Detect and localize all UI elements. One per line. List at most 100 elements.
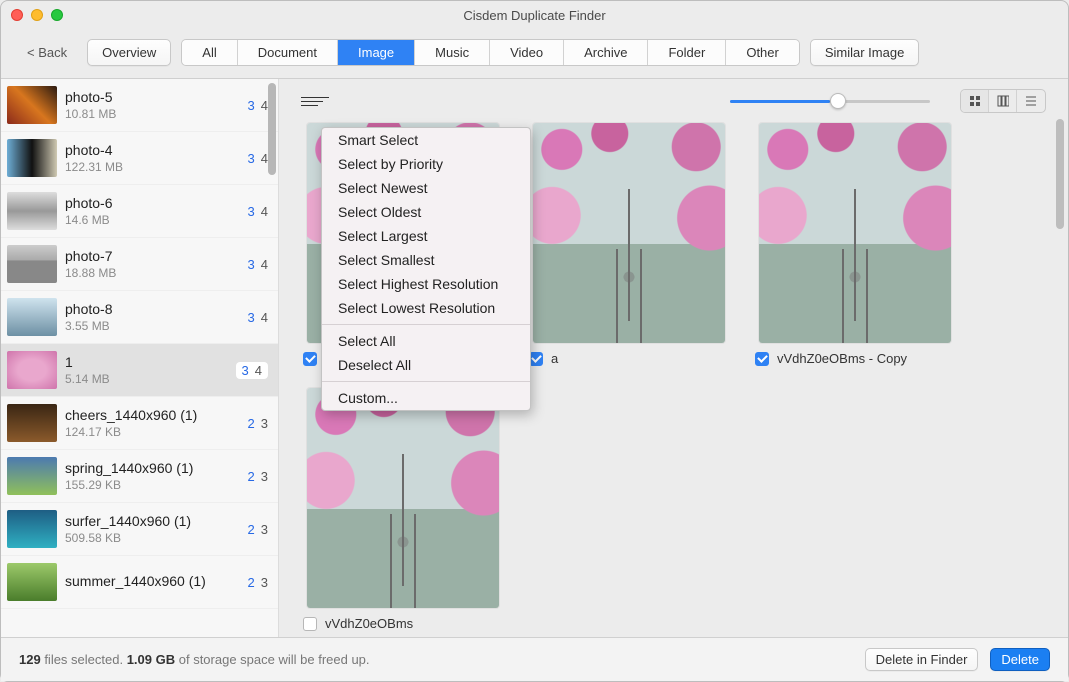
count-badge: 34 [248, 151, 268, 166]
tab-folder[interactable]: Folder [648, 40, 726, 65]
menu-item-deselect-all[interactable]: Deselect All [322, 353, 530, 377]
count-badge: 34 [236, 362, 268, 379]
delete-button[interactable]: Delete [990, 648, 1050, 671]
file-name: summer_1440x960 (1) [65, 573, 248, 589]
status-bar: 129 files selected. 1.09 GB of storage s… [1, 637, 1068, 681]
file-size: 10.81 MB [65, 107, 248, 121]
thumbnail [7, 510, 57, 548]
back-button[interactable]: < Back [17, 41, 77, 64]
slider-thumb[interactable] [830, 93, 846, 109]
content-toolbar [279, 79, 1068, 113]
overview-button[interactable]: Overview [87, 39, 171, 66]
tab-archive[interactable]: Archive [564, 40, 648, 65]
toolbar: < Back Overview All Document Image Music… [1, 29, 1068, 79]
menu-item-select-smallest[interactable]: Select Smallest [322, 248, 530, 272]
file-name: cheers_1440x960 (1) [65, 407, 248, 423]
tab-document[interactable]: Document [238, 40, 338, 65]
file-size: 18.88 MB [65, 266, 248, 280]
file-name: spring_1440x960 (1) [65, 460, 248, 476]
list-item[interactable]: spring_1440x960 (1) 155.29 KB 23 [1, 450, 278, 503]
menu-item-select-lowest-res[interactable]: Select Lowest Resolution [322, 296, 530, 320]
menu-item-select-oldest[interactable]: Select Oldest [322, 200, 530, 224]
menu-divider [322, 324, 530, 325]
status-text: 129 files selected. 1.09 GB of storage s… [19, 652, 370, 667]
preview-image [533, 123, 725, 343]
list-item[interactable]: photo-8 3.55 MB 34 [1, 291, 278, 344]
file-name: photo-6 [65, 195, 248, 211]
tab-video[interactable]: Video [490, 40, 564, 65]
thumbnail [7, 351, 57, 389]
list-view-button[interactable] [1017, 90, 1045, 112]
grid-icon [969, 95, 981, 107]
thumbnail [7, 139, 57, 177]
tile-label: vVdhZ0eOBms - Copy [777, 351, 907, 366]
file-name: photo-7 [65, 248, 248, 264]
tile-label: a [551, 351, 558, 366]
thumbnail [7, 298, 57, 336]
tab-image[interactable]: Image [338, 40, 415, 65]
titlebar: Cisdem Duplicate Finder [1, 1, 1068, 29]
select-checkbox[interactable] [303, 352, 317, 366]
file-name: surfer_1440x960 (1) [65, 513, 248, 529]
file-size: 122.31 MB [65, 160, 248, 174]
count-badge: 23 [248, 575, 268, 590]
select-checkbox[interactable] [303, 617, 317, 631]
select-checkbox[interactable] [529, 352, 543, 366]
list-item[interactable]: photo-7 18.88 MB 34 [1, 238, 278, 291]
thumbnail [7, 86, 57, 124]
file-name: 1 [65, 354, 236, 370]
sidebar-scrollbar[interactable] [268, 83, 276, 175]
grid-tile[interactable]: vVdhZ0eOBms [301, 388, 505, 631]
list-item[interactable]: surfer_1440x960 (1) 509.58 KB 23 [1, 503, 278, 556]
count-badge: 34 [248, 310, 268, 325]
list-item[interactable]: photo-6 14.6 MB 34 [1, 185, 278, 238]
thumbnail-size-slider[interactable] [730, 100, 930, 103]
list-item[interactable]: photo-5 10.81 MB 34 [1, 79, 278, 132]
sidebar: photo-5 10.81 MB 34 photo-4 122.31 MB 34… [1, 79, 279, 681]
menu-item-select-highest-res[interactable]: Select Highest Resolution [322, 272, 530, 296]
menu-item-select-priority[interactable]: Select by Priority [322, 152, 530, 176]
list-item[interactable]: photo-4 122.31 MB 34 [1, 132, 278, 185]
file-size: 509.58 KB [65, 531, 248, 545]
delete-in-finder-button[interactable]: Delete in Finder [865, 648, 979, 671]
thumbnail [7, 457, 57, 495]
count-badge: 34 [248, 98, 268, 113]
grid-tile[interactable]: a [527, 123, 731, 366]
file-name: photo-8 [65, 301, 248, 317]
list-item[interactable]: 1 5.14 MB 34 [1, 344, 278, 397]
thumbnail [7, 563, 57, 601]
select-dropdown: Smart Select Select by Priority Select N… [321, 127, 531, 411]
preview-image [307, 388, 499, 608]
grid-tile[interactable]: vVdhZ0eOBms - Copy [753, 123, 957, 366]
select-menu-button[interactable] [301, 91, 329, 111]
column-view-button[interactable] [989, 90, 1017, 112]
count-badge: 23 [248, 469, 268, 484]
list-item[interactable]: summer_1440x960 (1) 23 [1, 556, 278, 609]
tab-music[interactable]: Music [415, 40, 490, 65]
menu-item-select-newest[interactable]: Select Newest [322, 176, 530, 200]
sidebar-list: photo-5 10.81 MB 34 photo-4 122.31 MB 34… [1, 79, 278, 642]
preview-image [759, 123, 951, 343]
window-title: Cisdem Duplicate Finder [1, 8, 1068, 23]
count-badge: 23 [248, 416, 268, 431]
menu-divider [322, 381, 530, 382]
view-mode-switch [960, 89, 1046, 113]
count-badge: 34 [248, 257, 268, 272]
menu-item-select-all[interactable]: Select All [322, 329, 530, 353]
menu-item-custom[interactable]: Custom... [322, 386, 530, 410]
select-checkbox[interactable] [755, 352, 769, 366]
thumbnail [7, 192, 57, 230]
main: photo-5 10.81 MB 34 photo-4 122.31 MB 34… [1, 79, 1068, 681]
tile-label: vVdhZ0eOBms [325, 616, 413, 631]
tab-other[interactable]: Other [726, 40, 799, 65]
menu-item-select-largest[interactable]: Select Largest [322, 224, 530, 248]
tab-all[interactable]: All [182, 40, 237, 65]
similar-image-button[interactable]: Similar Image [810, 39, 919, 66]
list-item[interactable]: cheers_1440x960 (1) 124.17 KB 23 [1, 397, 278, 450]
count-badge: 34 [248, 204, 268, 219]
menu-item-smart-select[interactable]: Smart Select [322, 128, 530, 152]
thumbnail [7, 245, 57, 283]
file-size: 5.14 MB [65, 372, 236, 386]
grid-view-button[interactable] [961, 90, 989, 112]
content-scrollbar[interactable] [1056, 119, 1064, 229]
